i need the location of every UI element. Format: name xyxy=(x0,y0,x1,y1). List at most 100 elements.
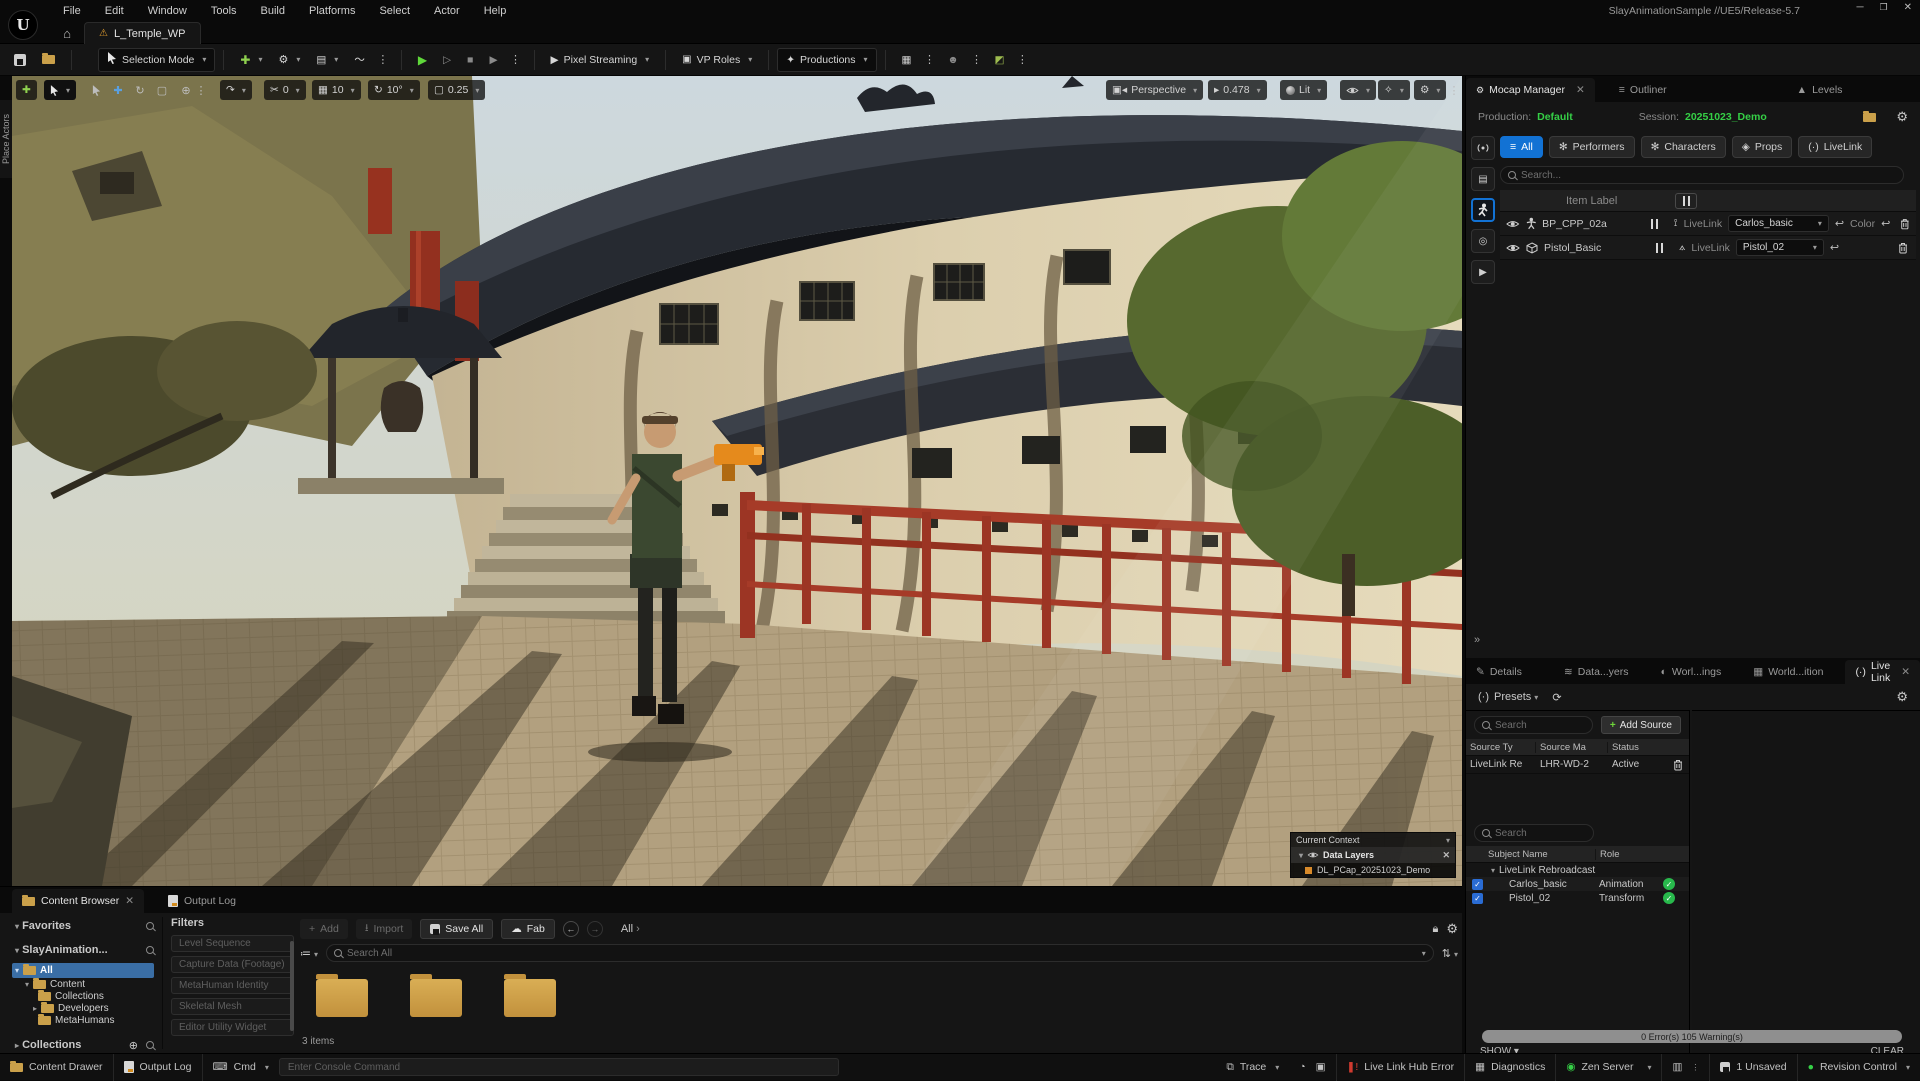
back-icon[interactable]: ← xyxy=(563,921,579,937)
live-link-hub-error-button[interactable]: ❚! Live Link Hub Error xyxy=(1337,1054,1465,1081)
insights-icon[interactable]: ◔ xyxy=(1289,1054,1315,1081)
livelink-signal-button[interactable] xyxy=(1471,136,1495,160)
view-mode-dropdown[interactable]: Lit▾ xyxy=(1280,80,1327,100)
camera-speed-dropdown[interactable]: ▸0.478▾ xyxy=(1208,80,1267,100)
data-layers-row[interactable]: ▾ Data Layers ✕ xyxy=(1291,847,1455,863)
revision-control-dropdown[interactable]: ● Revision Control▾ xyxy=(1798,1054,1920,1081)
search-icon[interactable] xyxy=(146,922,154,930)
play-detached-button[interactable]: ▷ xyxy=(435,48,459,72)
col-status[interactable]: Status xyxy=(1608,742,1689,753)
col-source-machine[interactable]: Source Ma xyxy=(1536,742,1608,753)
data-layer-item[interactable]: DL_PCap_20251023_Demo xyxy=(1291,863,1455,877)
zen-server-dropdown[interactable]: ◉ Zen Server▾ xyxy=(1556,1054,1661,1081)
subject-search[interactable] xyxy=(1474,824,1594,842)
tab-world-settings[interactable]: ◐Worl...ings xyxy=(1651,660,1732,684)
cinematics-dropdown[interactable]: ▤▾ xyxy=(308,48,346,72)
tree-item-metahumans[interactable]: MetaHumans xyxy=(12,1014,154,1026)
play-options-icon[interactable]: ⋮ xyxy=(506,50,526,70)
tree-item-developers[interactable]: ▸Developers xyxy=(12,1002,154,1014)
media-options-icon[interactable]: ⋮ xyxy=(919,50,939,70)
close-icon[interactable]: ✕ xyxy=(1901,666,1910,678)
tab-output-log[interactable]: Output Log xyxy=(158,889,246,913)
subject-row-carlos[interactable]: ✓ Carlos_basic Animation ✓ xyxy=(1466,877,1689,891)
tab-details[interactable]: ✎Details xyxy=(1466,660,1532,684)
content-browser-button[interactable] xyxy=(34,48,63,72)
blueprints-dropdown[interactable]: ⚙▾ xyxy=(270,48,308,72)
asset-folder[interactable] xyxy=(316,979,368,1017)
subject-dropdown[interactable]: Pistol_02▾ xyxy=(1736,239,1824,256)
add-button[interactable]: +Add xyxy=(300,919,348,939)
capture-button[interactable]: ▤ xyxy=(1471,167,1495,191)
sequencer-button[interactable]: 〜 xyxy=(346,48,373,72)
scrollbar[interactable] xyxy=(290,941,294,1031)
checkbox-checked[interactable]: ✓ xyxy=(1472,893,1483,904)
mocap-search-input[interactable] xyxy=(1521,170,1896,181)
message-bar[interactable]: 0 Error(s) 105 Warning(s) xyxy=(1482,1030,1902,1043)
metahuman-button[interactable]: ☻ xyxy=(939,48,966,72)
cb-search[interactable]: ▾ xyxy=(326,944,1434,962)
selection-mode-dropdown[interactable]: Selection Mode▾ xyxy=(98,48,215,72)
menu-window[interactable]: Window xyxy=(137,0,198,22)
select-tool-icon[interactable] xyxy=(86,80,106,100)
transform-options-icon[interactable]: ⋮ xyxy=(196,80,206,100)
snap-angle-dropdown[interactable]: ✂0▾ xyxy=(264,80,306,100)
menu-edit[interactable]: Edit xyxy=(94,0,135,22)
filter-all[interactable]: ≡All xyxy=(1500,136,1543,158)
session-value[interactable]: 20251023_Demo xyxy=(1685,111,1767,123)
mocap-search[interactable] xyxy=(1500,166,1904,184)
tab-mocap-manager[interactable]: ⚙ Mocap Manager ✕ xyxy=(1466,78,1595,102)
favorites-section[interactable]: ▾ Favorites xyxy=(12,917,154,935)
add-collection-icon[interactable]: ⊕ xyxy=(129,1039,138,1052)
forward-icon[interactable]: → xyxy=(587,921,603,937)
close-icon[interactable]: ✕ xyxy=(1576,84,1585,96)
viewport-cursor-dropdown[interactable]: ▾ xyxy=(44,80,76,100)
pixel-streaming-dropdown[interactable]: ▶ Pixel Streaming▾ xyxy=(543,48,658,72)
source-search[interactable] xyxy=(1474,716,1593,734)
search-icon[interactable] xyxy=(146,1041,154,1049)
minimize-button[interactable]: ─ xyxy=(1856,2,1863,13)
subject-row-pistol[interactable]: ✓ Pistol_02 Transform ✓ xyxy=(1466,891,1689,905)
screenshot-icon[interactable]: ▣ xyxy=(1316,1054,1336,1081)
filter-level-sequence[interactable]: Level Sequence xyxy=(171,935,294,952)
playback-button[interactable]: ▶ xyxy=(1471,260,1495,284)
col-source-type[interactable]: Source Ty xyxy=(1466,742,1536,753)
performers-view-button[interactable] xyxy=(1471,198,1495,222)
undo-icon[interactable]: ↩ xyxy=(1835,217,1844,230)
viewport-settings-dropdown[interactable]: ⚙▾ xyxy=(1414,80,1446,100)
menu-build[interactable]: Build xyxy=(250,0,296,22)
fab-button[interactable]: ☁Fab xyxy=(501,919,555,939)
viewport-add-actor-button[interactable]: ✚ xyxy=(16,80,37,100)
vp-roles-dropdown[interactable]: ▣ VP Roles▾ xyxy=(674,48,760,72)
menu-file[interactable]: File xyxy=(52,0,92,22)
col-subject-name[interactable]: Subject Name xyxy=(1466,849,1596,860)
output-log-button[interactable]: Output Log xyxy=(114,1054,202,1081)
tab-world-partition[interactable]: ▦World...ition xyxy=(1743,660,1833,684)
tab-levels[interactable]: ▲ Levels xyxy=(1787,78,1853,102)
trace-dropdown[interactable]: ⧉ Trace▾ xyxy=(1216,1054,1289,1081)
subject-group-row[interactable]: ▾ LiveLink Rebroadcast xyxy=(1466,863,1689,877)
filter-editor-utility-widget[interactable]: Editor Utility Widget xyxy=(171,1019,294,1036)
session-browse-icon[interactable] xyxy=(1863,113,1876,122)
tab-data-layers[interactable]: ≋Data...yers xyxy=(1554,660,1639,684)
home-icon[interactable]: ⌂ xyxy=(56,24,78,42)
item-label-column[interactable]: Item Label xyxy=(1566,195,1617,207)
switchboard-button[interactable]: ◩ xyxy=(987,48,1013,72)
filter-characters[interactable]: ✻Characters xyxy=(1641,136,1726,158)
eye-icon[interactable] xyxy=(1506,219,1520,229)
rotate-tool-icon[interactable]: ↻ xyxy=(130,80,150,100)
pause-all-button[interactable] xyxy=(1675,193,1697,209)
close-icon[interactable]: ✕ xyxy=(125,895,134,907)
trash-icon[interactable] xyxy=(1673,759,1683,771)
cb-search-input[interactable] xyxy=(347,948,1414,959)
import-button[interactable]: ⭳Import xyxy=(356,919,412,939)
undo-icon[interactable]: ↩ xyxy=(1830,241,1839,254)
col-role[interactable]: Role xyxy=(1596,849,1689,860)
content-drawer-button[interactable]: Content Drawer xyxy=(0,1054,113,1081)
source-search-input[interactable] xyxy=(1495,720,1585,731)
undo-icon[interactable]: ↩ xyxy=(1881,217,1890,230)
close-icon[interactable]: ✕ xyxy=(1442,850,1450,861)
level-tab[interactable]: ⚠ L_Temple_WP xyxy=(84,22,201,44)
tree-item-all[interactable]: ▾All xyxy=(12,963,154,978)
gear-icon[interactable]: ⚙ xyxy=(1896,109,1908,125)
filter-livelink[interactable]: (·)LiveLink xyxy=(1798,136,1872,158)
